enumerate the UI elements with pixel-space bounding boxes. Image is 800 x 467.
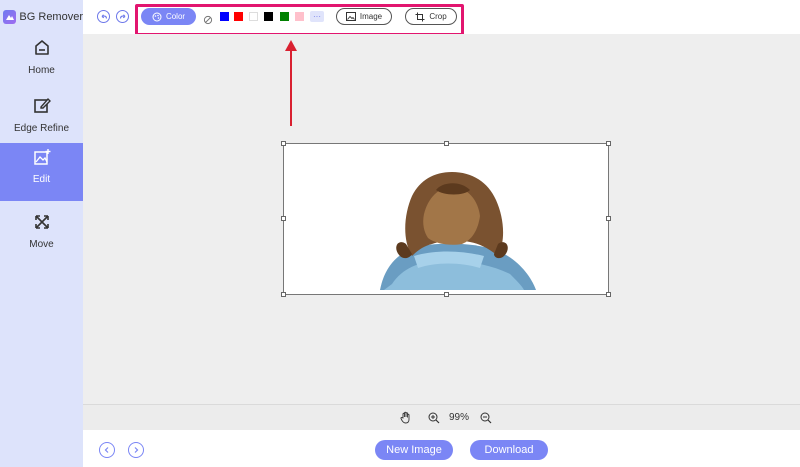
image-icon <box>345 12 356 21</box>
home-icon <box>32 38 52 58</box>
edit-pencil-icon <box>32 96 52 116</box>
sidebar-item-home[interactable]: Home <box>0 34 83 92</box>
swatch-pink[interactable] <box>295 12 304 21</box>
resize-handle[interactable] <box>444 141 449 146</box>
resize-handle[interactable] <box>444 292 449 297</box>
zoom-bar <box>83 404 800 430</box>
sidebar: BG Remover Home Edge Refine Edit Move <box>0 0 83 467</box>
hand-pan-icon[interactable] <box>400 411 412 424</box>
image-button-label: Image <box>359 12 383 21</box>
undo-button[interactable] <box>97 10 110 23</box>
image-edit-icon <box>32 147 52 167</box>
app-logo-icon <box>3 10 17 24</box>
image-preview[interactable] <box>283 143 609 295</box>
swatch-blue[interactable] <box>220 12 229 21</box>
swatch-red[interactable] <box>234 12 243 21</box>
color-button[interactable]: Color <box>141 8 196 25</box>
color-button-label: Color <box>165 12 186 21</box>
resize-handle[interactable] <box>281 141 286 146</box>
swatch-white[interactable] <box>249 12 258 21</box>
chevron-left-icon <box>104 447 109 453</box>
more-colors-button[interactable]: ··· <box>310 11 324 22</box>
sidebar-item-label: Edge Refine <box>13 123 70 134</box>
sidebar-item-edge-refine[interactable]: Edge Refine <box>0 92 83 150</box>
redo-button[interactable] <box>116 10 129 23</box>
resize-handle[interactable] <box>606 216 611 221</box>
redo-icon <box>119 13 125 19</box>
zoom-in-icon[interactable] <box>428 412 440 424</box>
swatch-green[interactable] <box>280 12 289 21</box>
app-title: BG Remover <box>19 11 83 23</box>
image-button[interactable]: Image <box>336 8 392 25</box>
chevron-right-icon <box>134 447 139 453</box>
resize-handle[interactable] <box>281 292 286 297</box>
crop-button[interactable]: Crop <box>405 8 457 25</box>
sidebar-item-edit[interactable]: Edit <box>0 143 83 201</box>
app-brand: BG Remover <box>0 0 83 34</box>
sidebar-item-label: Home <box>28 65 55 76</box>
no-color-icon <box>203 15 213 25</box>
swatch-none[interactable] <box>203 12 213 25</box>
zoom-level: 99% <box>449 412 470 423</box>
resize-handle[interactable] <box>606 141 611 146</box>
swatch-black[interactable] <box>264 12 273 21</box>
previous-button[interactable] <box>99 442 115 458</box>
annotation-arrow-icon <box>285 40 297 126</box>
subject-image <box>380 172 536 290</box>
resize-handle[interactable] <box>606 292 611 297</box>
zoom-out-icon[interactable] <box>480 412 492 424</box>
crop-icon <box>415 12 425 21</box>
crop-button-label: Crop <box>429 12 447 21</box>
sidebar-item-label: Move <box>29 239 54 250</box>
undo-icon <box>101 13 107 19</box>
download-button[interactable]: Download <box>470 440 548 460</box>
sidebar-item-label: Edit <box>32 174 51 185</box>
next-button[interactable] <box>128 442 144 458</box>
move-arrows-icon <box>32 212 52 232</box>
palette-icon <box>152 12 162 21</box>
new-image-button[interactable]: New Image <box>375 440 453 460</box>
resize-handle[interactable] <box>281 216 286 221</box>
sidebar-item-move[interactable]: Move <box>0 208 83 266</box>
